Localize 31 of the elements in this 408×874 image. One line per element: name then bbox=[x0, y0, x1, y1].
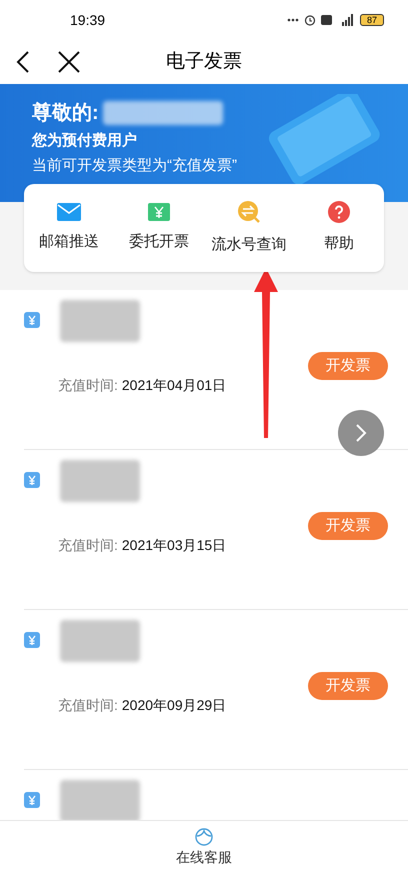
receipt-icon bbox=[24, 792, 40, 808]
recharge-date: 2021年03月15日 bbox=[122, 536, 226, 555]
time-label: 充值时间: bbox=[58, 536, 118, 555]
action-button[interactable]: 帮助 bbox=[294, 200, 384, 256]
person-icon bbox=[194, 827, 214, 847]
alarm-icon bbox=[304, 14, 316, 26]
greeting-text: 尊敬的: bbox=[32, 100, 99, 126]
customer-service-button[interactable]: 在线客服 bbox=[176, 827, 232, 868]
ticket-icon bbox=[148, 202, 170, 221]
user-type-text: 您为预付费用户 bbox=[32, 131, 138, 151]
action-button[interactable]: 委托开票 bbox=[114, 202, 204, 254]
page-title: 电子发票 bbox=[166, 50, 242, 74]
invoice-type-text: 当前可开发票类型为“充值发票” bbox=[32, 156, 237, 176]
envelope-icon bbox=[57, 202, 81, 221]
close-icon[interactable] bbox=[58, 51, 80, 73]
receipt-icon bbox=[24, 312, 40, 328]
chevron-right-icon bbox=[355, 423, 367, 443]
time-label: 充值时间: bbox=[58, 376, 118, 395]
status-time: 19:39 bbox=[70, 10, 106, 30]
action-button[interactable]: 流水号查询 bbox=[204, 200, 294, 256]
battery-level: 87 bbox=[366, 16, 377, 24]
time-label: 充值时间: bbox=[58, 696, 118, 715]
recharge-date: 2020年09月29日 bbox=[122, 696, 226, 715]
receipt-icon bbox=[24, 472, 40, 488]
help-icon bbox=[328, 200, 350, 223]
more-icon bbox=[287, 18, 299, 22]
receipt-icon bbox=[24, 632, 40, 648]
action-button[interactable]: 邮箱推送 bbox=[24, 202, 114, 254]
back-icon[interactable] bbox=[16, 50, 30, 74]
recharge-date: 2021年04月01日 bbox=[122, 376, 226, 395]
exchange-icon bbox=[237, 200, 261, 224]
